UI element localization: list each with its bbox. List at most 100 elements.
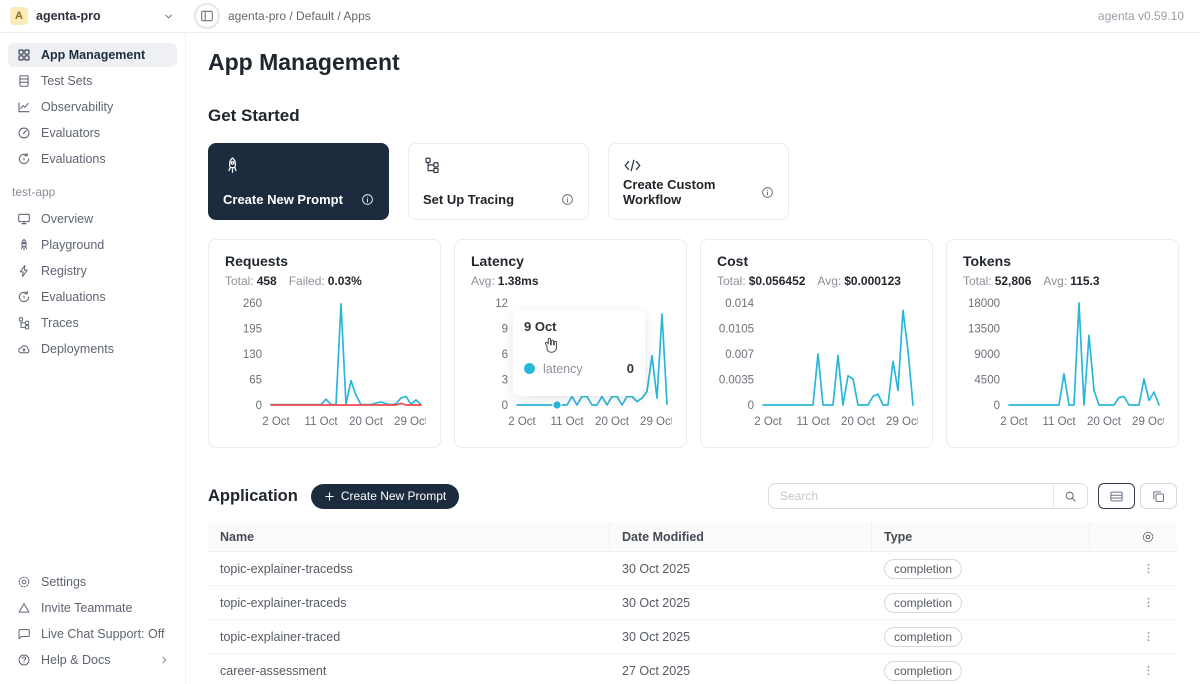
sidebar-item-label: Traces [41,316,79,330]
sidebar-item-label: Test Sets [41,74,92,88]
chevron-down-icon [163,11,174,22]
row-menu-icon[interactable] [1142,630,1155,643]
sidebar-item-playground[interactable]: Playground [8,233,177,257]
table-settings-gear-icon[interactable] [1141,530,1155,544]
tracing-icon [423,156,574,174]
metric-title: Cost [717,253,916,269]
stat-value: $0.000123 [844,274,901,288]
info-icon[interactable] [761,186,774,199]
card-view-button[interactable] [1140,483,1177,509]
workspace-selector[interactable]: A agenta-pro [0,7,186,25]
svg-text:9: 9 [502,324,508,336]
sidebar-item-evaluators[interactable]: Evaluators [8,121,177,145]
sidebar-item-deployments[interactable]: Deployments [8,337,177,361]
row-menu-icon[interactable] [1142,664,1155,677]
svg-text:29 Oct: 29 Oct [1132,416,1164,428]
sidebar-item-registry[interactable]: Registry [8,259,177,283]
svg-text:0: 0 [748,400,754,412]
create-button-label: Create New Prompt [341,489,446,503]
requests-metric-card: Requests Total:458 Failed:0.03% 06513019… [208,239,441,448]
rocket-icon [16,238,31,252]
collapse-panel-icon [200,9,214,23]
column-header-type[interactable]: Type [872,522,1090,551]
sidebar-item-app-management[interactable]: App Management [8,43,177,67]
svg-text:11 Oct: 11 Oct [1042,416,1076,428]
info-icon[interactable] [561,193,574,206]
table-row[interactable]: topic-explainer-traceds 30 Oct 2025 comp… [208,586,1177,620]
sidebar-item-label: Playground [41,238,104,252]
sidebar-item-live-chat-support[interactable]: Live Chat Support: Off [8,622,177,646]
sidebar-collapse-button[interactable] [194,3,220,29]
stat-value: 1.38ms [498,274,539,288]
stat-label: Avg: [817,274,841,288]
svg-text:260: 260 [243,298,262,310]
svg-text:0: 0 [256,400,262,412]
svg-text:130: 130 [243,349,262,361]
row-menu-icon[interactable] [1142,562,1155,575]
observability-icon [16,100,31,114]
type-badge: completion [884,593,962,613]
sidebar-item-settings[interactable]: Settings [8,570,177,594]
column-header-name[interactable]: Name [208,522,610,551]
svg-text:4500: 4500 [974,375,1000,387]
row-menu-icon[interactable] [1142,596,1155,609]
requests-chart[interactable]: 0651301952602 Oct11 Oct20 Oct29 Oct [225,293,424,438]
sidebar-item-evaluations-app[interactable]: Evaluations [8,285,177,309]
create-custom-workflow-card[interactable]: Create Custom Workflow [608,143,789,220]
table-row[interactable]: career-assessment 27 Oct 2025 completion [208,654,1177,684]
sidebar-item-overview[interactable]: Overview [8,207,177,231]
cost-chart[interactable]: 00.00350.0070.01050.0142 Oct11 Oct20 Oct… [717,293,916,438]
test-sets-icon [16,74,31,88]
table-row[interactable]: topic-explainer-tracedss 30 Oct 2025 com… [208,552,1177,586]
gear-icon [16,575,31,589]
workspace-avatar: A [10,7,28,25]
info-icon[interactable] [361,193,374,206]
card-label: Create Custom Workflow [623,177,761,207]
plus-icon [324,491,335,502]
svg-text:11 Oct: 11 Oct [304,416,338,428]
sidebar-item-invite-teammate[interactable]: Invite Teammate [8,596,177,620]
latency-metric-card: Latency Avg:1.38ms 0369122 Oct11 Oct20 O… [454,239,687,448]
grid-icon [16,48,31,62]
rocket-icon [223,156,374,175]
sidebar-item-test-sets[interactable]: Test Sets [8,69,177,93]
table-row[interactable]: topic-explainer-traced 30 Oct 2025 compl… [208,620,1177,654]
sidebar-item-label: Evaluators [41,126,100,140]
table-view-button[interactable] [1098,483,1135,509]
sidebar-item-label: Registry [41,264,87,278]
svg-text:0.014: 0.014 [725,298,754,310]
svg-text:12: 12 [495,298,508,310]
chevron-right-icon [159,655,169,665]
column-header-date-modified[interactable]: Date Modified [610,522,872,551]
stat-value: 52,806 [995,274,1032,288]
tokens-chart[interactable]: 04500900013500180002 Oct11 Oct20 Oct29 O… [963,293,1162,438]
svg-text:18000: 18000 [968,298,1000,310]
tokens-metric-card: Tokens Total:52,806 Avg:115.3 0450090001… [946,239,1179,448]
get-started-title: Get Started [208,106,1177,126]
card-view-icon [1151,489,1166,504]
sidebar-item-traces[interactable]: Traces [8,311,177,335]
evaluations-icon [16,152,31,166]
create-new-prompt-card[interactable]: Create New Prompt [208,143,389,220]
create-new-prompt-button[interactable]: Create New Prompt [311,484,459,509]
stat-value: 115.3 [1070,274,1099,288]
hand-cursor-icon [541,336,560,355]
app-name: topic-explainer-traceds [208,596,610,610]
sidebar-item-label: Settings [41,575,86,589]
tooltip-value: 0 [627,361,634,376]
set-up-tracing-card[interactable]: Set Up Tracing [408,143,589,220]
search-input[interactable] [769,489,1053,503]
bolt-icon [16,264,31,278]
page-title: App Management [208,49,1177,76]
cost-metric-card: Cost Total:$0.056452 Avg:$0.000123 00.00… [700,239,933,448]
metric-stats: Avg:1.38ms [471,274,670,288]
svg-text:2 Oct: 2 Oct [754,416,782,428]
svg-text:0.0105: 0.0105 [719,324,754,336]
breadcrumb[interactable]: agenta-pro / Default / Apps [228,9,371,23]
invite-icon [16,601,31,615]
sidebar-item-evaluations[interactable]: Evaluations [8,147,177,171]
sidebar-item-observability[interactable]: Observability [8,95,177,119]
svg-text:2 Oct: 2 Oct [508,416,536,428]
search-button[interactable] [1053,484,1087,508]
sidebar-item-help-docs[interactable]: Help & Docs [8,648,177,672]
